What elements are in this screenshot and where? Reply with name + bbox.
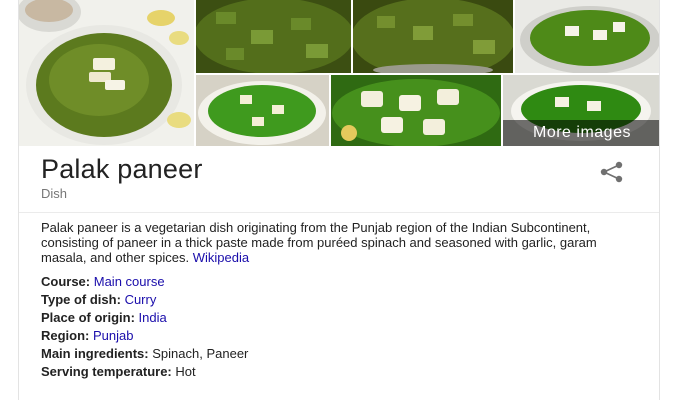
fact-label: Main ingredients: — [41, 346, 149, 361]
dish-image-7[interactable]: More images — [503, 75, 659, 146]
dish-image-3[interactable] — [353, 0, 513, 73]
description-text: Palak paneer is a vegetarian dish origin… — [41, 220, 597, 265]
dish-image-5[interactable] — [196, 75, 329, 146]
fact-row: Region: Punjab — [41, 327, 641, 345]
dish-image-6[interactable] — [331, 75, 501, 146]
fact-row: Type of dish: Curry — [41, 291, 641, 309]
fact-label: Serving temperature: — [41, 364, 172, 379]
share-button[interactable] — [595, 160, 627, 184]
entity-header: Palak paneer Dish — [19, 146, 659, 213]
fact-label: Type of dish: — [41, 292, 121, 307]
fact-value: Hot — [175, 364, 196, 379]
fact-row: Main ingredients: Spinach, Paneer — [41, 345, 641, 363]
fact-label: Region: — [41, 328, 90, 343]
entity-content: Palak paneer is a vegetarian dish origin… — [41, 220, 641, 381]
fact-value: Spinach, Paneer — [152, 346, 249, 361]
fact-value-link[interactable]: India — [139, 310, 167, 325]
fact-value-link[interactable]: Main course — [94, 274, 165, 289]
fact-label: Course: — [41, 274, 91, 289]
fact-row: Place of origin: India — [41, 309, 641, 327]
entity-title: Palak paneer — [41, 154, 203, 184]
dish-image-1[interactable] — [19, 0, 194, 146]
dish-image-4[interactable] — [515, 0, 659, 73]
fact-row: Course: Main course — [41, 273, 641, 291]
fact-value-link[interactable]: Curry — [125, 292, 157, 307]
fact-label: Place of origin: — [41, 310, 135, 325]
more-images-link[interactable]: More images — [503, 120, 659, 146]
knowledge-panel: More images Palak paneer Dish Palak pane… — [18, 0, 660, 400]
fact-value-link[interactable]: Punjab — [93, 328, 133, 343]
share-icon — [600, 161, 623, 183]
dish-image-2[interactable] — [196, 0, 351, 73]
fact-row: Serving temperature: Hot — [41, 363, 641, 381]
entity-subtitle: Dish — [41, 186, 68, 201]
entity-description: Palak paneer is a vegetarian dish origin… — [41, 220, 641, 265]
facts-list: Course: Main course Type of dish: Curry Pl… — [41, 273, 641, 381]
wikipedia-link[interactable]: Wikipedia — [193, 250, 249, 265]
image-gallery: More images — [19, 0, 659, 146]
